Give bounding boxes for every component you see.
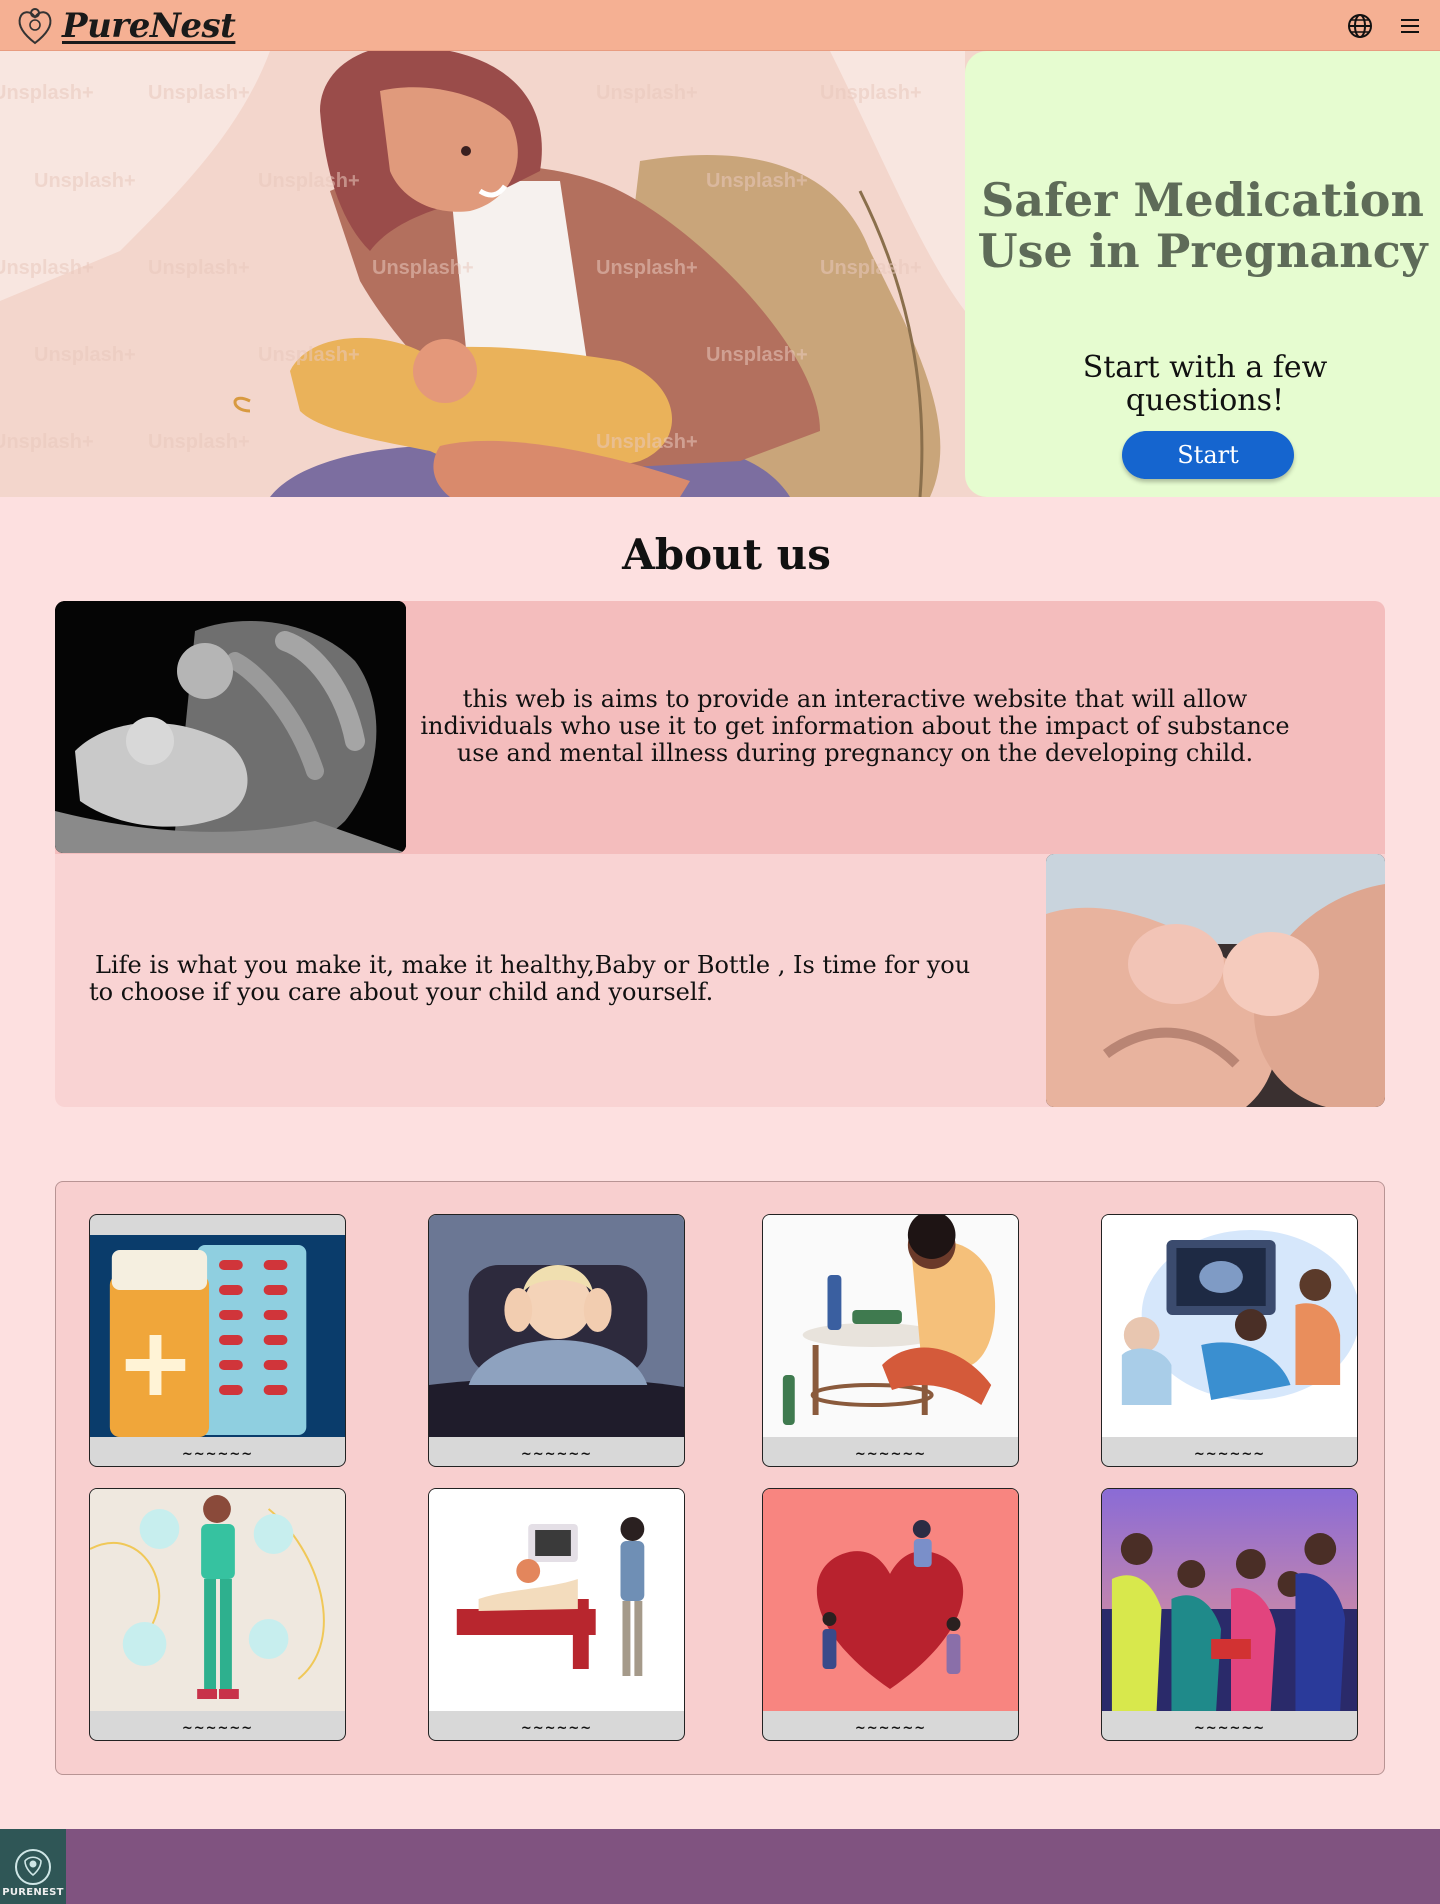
hero-section: Unsplash+ Unsplash+ Unsplash+ Unsplash+ … [0, 51, 1440, 497]
topic-caption: ~~~~~~ [1193, 1447, 1266, 1462]
ultrasound-illustration [1102, 1215, 1357, 1437]
svg-text:Unsplash+: Unsplash+ [0, 257, 94, 279]
svg-text:Unsplash+: Unsplash+ [706, 344, 808, 366]
hero-cta-panel: Safer Medication Use in Pregnancy Start … [965, 51, 1440, 497]
svg-text:Unsplash+: Unsplash+ [148, 431, 250, 453]
brand-logo-icon [18, 7, 52, 44]
about-text-2: Life is what you make it, make it health… [89, 951, 971, 1006]
heart-couple-illustration [763, 1489, 1018, 1711]
footer-logo[interactable]: PURENEST [0, 1829, 66, 1904]
svg-text:Unsplash+: Unsplash+ [820, 257, 922, 279]
hero-subtitle: Start with a few questions! [1082, 350, 1328, 418]
about-card: this web is aims to provide an interacti… [55, 601, 1385, 1107]
topic-card-ultrasound[interactable]: ~~~~~~ [1101, 1214, 1358, 1467]
topic-card-social[interactable]: ~~~~~~ [1101, 1488, 1358, 1741]
svg-text:Unsplash+: Unsplash+ [820, 82, 922, 104]
topic-card-anxiety[interactable]: ~~~~~~ [428, 1214, 685, 1467]
svg-text:Unsplash+: Unsplash+ [148, 257, 250, 279]
svg-text:Unsplash+: Unsplash+ [706, 170, 808, 192]
topic-card-alcohol[interactable]: ~~~~~~ [762, 1214, 1019, 1467]
footer-logo-icon [15, 1849, 51, 1885]
footer-logo-text: PURENEST [2, 1887, 64, 1898]
svg-text:Unsplash+: Unsplash+ [596, 82, 698, 104]
topic-caption: ~~~~~~ [520, 1721, 593, 1736]
svg-text:Unsplash+: Unsplash+ [258, 344, 360, 366]
svg-text:Unsplash+: Unsplash+ [0, 431, 94, 453]
clinic-ultrasound-illustration [429, 1489, 684, 1711]
topic-caption: ~~~~~~ [520, 1447, 593, 1462]
topic-caption: ~~~~~~ [854, 1721, 927, 1736]
topic-caption: ~~~~~~ [854, 1447, 927, 1462]
topic-card-relationships[interactable]: ~~~~~~ [762, 1488, 1019, 1741]
svg-text:Unsplash+: Unsplash+ [596, 431, 698, 453]
topic-card-clinic[interactable]: ~~~~~~ [428, 1488, 685, 1741]
topics-gallery: ~~~~~~ ~~~~~~ ~~~~~~ ~~~~~~ ~~~~~~ ~~~~~… [55, 1181, 1385, 1775]
svg-text:Unsplash+: Unsplash+ [34, 344, 136, 366]
topic-caption: ~~~~~~ [1193, 1721, 1266, 1736]
topic-card-healthcare[interactable]: ~~~~~~ [89, 1488, 346, 1741]
about-row-1: this web is aims to provide an interacti… [55, 601, 1385, 854]
svg-text:Unsplash+: Unsplash+ [0, 82, 94, 104]
topic-caption: ~~~~~~ [181, 1721, 254, 1736]
top-header: PureNest [0, 0, 1440, 51]
svg-text:Unsplash+: Unsplash+ [596, 257, 698, 279]
svg-text:Unsplash+: Unsplash+ [34, 170, 136, 192]
topic-card-medication[interactable]: ~~~~~~ [89, 1214, 346, 1467]
about-text-1: this web is aims to provide an interacti… [420, 685, 1290, 767]
topic-caption: ~~~~~~ [181, 1447, 254, 1462]
svg-text:Unsplash+: Unsplash+ [148, 82, 250, 104]
footer: PURENEST [0, 1829, 1440, 1904]
party-illustration [1102, 1489, 1357, 1711]
woman-alcohol-illustration [763, 1215, 1018, 1437]
mother-breastfeeding-illustration: Unsplash+ Unsplash+ Unsplash+ Unsplash+ … [0, 51, 965, 497]
stressed-woman-illustration [429, 1215, 684, 1437]
baby-hands-photo [55, 601, 406, 853]
brand-name: PureNest [62, 5, 236, 46]
about-row-2: Life is what you make it, make it health… [55, 854, 1385, 1107]
svg-text:Unsplash+: Unsplash+ [372, 257, 474, 279]
doctor-illustration [90, 1489, 345, 1711]
hamburger-menu-icon[interactable] [1395, 11, 1425, 41]
globe-icon[interactable] [1345, 11, 1375, 41]
medication-pills-illustration [90, 1235, 345, 1437]
start-button[interactable]: Start [1122, 431, 1294, 479]
hero-title: Safer Medication Use in Pregnancy [977, 173, 1428, 278]
brand[interactable]: PureNest [14, 0, 236, 51]
svg-text:Unsplash+: Unsplash+ [258, 170, 360, 192]
about-title: About us [622, 530, 831, 579]
baby-feet-photo [1046, 854, 1385, 1107]
